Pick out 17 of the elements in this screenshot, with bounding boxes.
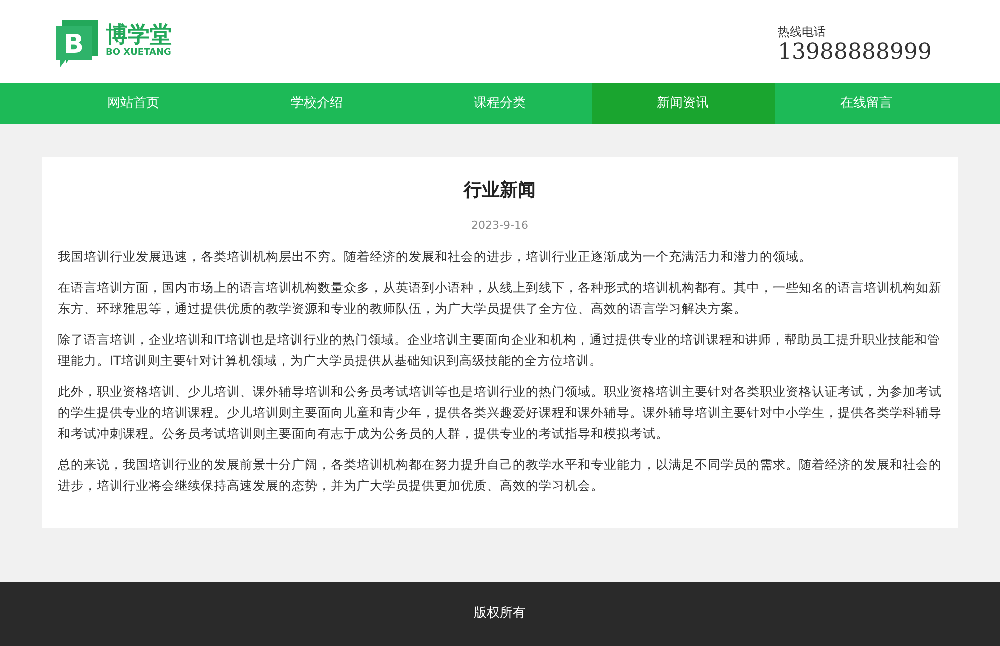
hotline-label: 热线电话 <box>778 24 828 40</box>
article-date: 2023-9-16 <box>472 218 528 234</box>
logo-name: 博学堂 <box>106 25 172 47</box>
nav-tab[interactable]: 在线留言 <box>774 83 958 124</box>
nav-tab[interactable]: 学校介绍 <box>225 83 408 124</box>
article-paragraph: 在语言培训方面，国内市场上的语言培训机构数量众多，从英语到小语种，从线上到线下，各种形式的培训机构都有。其中，一些知名的语言培训机构如新东方、环球雅思等，通过提供优质的教学资源和专业的教师队伍，为广大学员提供了全方位、高效的语言学习解决方案。 <box>58 278 942 318</box>
article-paragraph: 总的来说，我国培训行业的发展前景十分广阔，各类培训机构都在努力提升自己的教学水平和专业能力，以满足不同学员的需求。随着经济的发展和社会的进步，培训行业将会继续保持高速发展的态势，并为广大学员提供更加优质、高效的学习机会。 <box>58 456 942 494</box>
article-paragraph: 除了语言培训，企业培训和IT培训也是培训行业的热门领域。企业培训主要面向企业和机构，通过提供专业的培训课程和讲师，帮助员工提升职业技能和管理能力。IT培训则主要针对计算机领域，为广大学员提供从基础知识到高级技能的全方位培训。 <box>58 330 942 370</box>
logo-subtitle: BO XUETANG <box>106 49 172 58</box>
article-title: 行业新闻 <box>462 179 537 203</box>
article-paragraph: 此外，职业资格培训、少儿培训、课外辅导培训和公务员考试培训等也是培训行业的热门领域。职业资格培训主要针对各类职业资格认证考试，为参加考试的学生提供专业的培训课程。少儿培训则主要面向儿童和青少年，提供各类兴趣爱好课程和课外辅导。课外辅导培训主要针对中小学生，提供各类学科辅导和考试冲刺课程。公务员考试培训则主要面向有志于成为公务员的人群，提供专业的考试指导和模拟考试。 <box>58 382 942 442</box>
hotline-number: 13988888999 <box>778 40 932 64</box>
copyright-text: 版权所有 <box>474 605 526 624</box>
nav-tab[interactable]: 课程分类 <box>408 83 592 124</box>
nav-tab[interactable]: 新闻资讯 <box>592 83 775 124</box>
article-paragraph: 我国培训行业发展迅速，各类培训机构层出不穷。随着经济的发展和社会的进步，培训行业正逐渐成为一个充满活力和潜力的领域。 <box>58 248 813 266</box>
nav-tab[interactable]: 网站首页 <box>42 83 226 124</box>
